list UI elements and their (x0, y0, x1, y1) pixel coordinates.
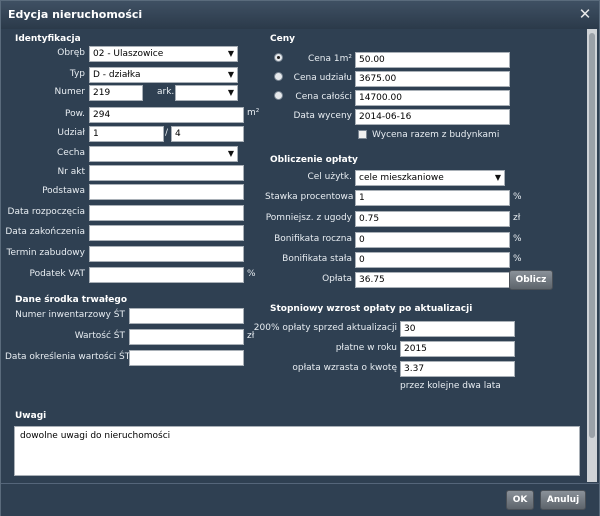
stawka-procentowa-unit: % (513, 192, 522, 202)
obreb-select[interactable]: 02 - Ulaszowice ▼ (89, 46, 238, 62)
pow-label: Pow. (64, 109, 85, 119)
udzial-denominator-input[interactable]: 4 (171, 126, 244, 142)
bonifikata-stala-unit: % (513, 254, 522, 264)
data-wyceny-label: Data wyceny (293, 111, 352, 121)
pomniejszenie-unit: zł (513, 213, 521, 223)
oplata-wzrasta-label: opłata wzrasta o kwotę (292, 363, 397, 373)
oplata-input[interactable]: 36.75 (355, 272, 510, 288)
nr-akt-input[interactable] (89, 165, 244, 181)
udzial-label: Udział (57, 128, 85, 138)
cel-uzytkowania-label: Cel użytk. (307, 172, 352, 182)
dialog-title: Edycja nieruchomości (8, 8, 143, 21)
procent-oplaty-input[interactable]: 30 (400, 321, 515, 337)
stawka-procentowa-label: Stawka procentowa (265, 192, 354, 202)
section-obliczenie-oplaty: Obliczenie opłaty (270, 155, 358, 165)
bonifikata-roczna-label: Bonifikata roczna (274, 234, 352, 244)
podatek-vat-input[interactable] (89, 267, 244, 283)
podatek-vat-label: Podatek VAT (29, 269, 85, 279)
platne-w-roku-label: płatne w roku (335, 343, 397, 353)
podstawa-label: Podstawa (42, 186, 85, 196)
cel-uzytkowania-value: cele mieszkaniowe (359, 173, 444, 183)
section-uwagi: Uwagi (15, 411, 47, 421)
cena-calosci-input[interactable]: 14700.00 (355, 90, 510, 106)
numer-input[interactable]: 219 (89, 85, 143, 101)
wycena-razem-checkbox[interactable] (358, 130, 367, 139)
oblicz-button[interactable]: Oblicz (509, 270, 553, 290)
termin-zabudowy-label: Termin zabudowy (6, 248, 85, 258)
data-rozpoczecia-input[interactable] (89, 205, 244, 221)
section-ceny: Ceny (270, 34, 295, 44)
termin-zabudowy-input[interactable] (89, 246, 244, 262)
cena-calosci-label: Cena całości (295, 92, 352, 102)
data-wyceny-input[interactable]: 2014-06-16 (355, 109, 510, 125)
data-okreslenia-label: Data określenia wartości ŚT (5, 352, 131, 362)
pow-unit: m² (247, 108, 260, 118)
data-rozpoczecia-label: Data rozpoczęcia (7, 207, 85, 217)
cena-udzialu-radio[interactable] (274, 72, 283, 81)
bonifikata-stala-label: Bonifikata stała (282, 254, 352, 264)
cecha-label: Cecha (57, 148, 85, 158)
bonifikata-roczna-unit: % (513, 234, 522, 244)
typ-select[interactable]: D - działka ▼ (89, 67, 238, 83)
procent-oplaty-label: 200% opłaty sprzed aktualizacji (253, 323, 397, 333)
numer-inwentarzowy-label: Numer inwentarzowy ŚT (15, 310, 125, 320)
dialog-footer: OK Anuluj (1, 483, 599, 516)
udzial-numerator-input[interactable]: 1 (89, 126, 164, 142)
close-icon[interactable]: ✕ (577, 6, 593, 22)
oplata-wzrasta-input[interactable]: 3.37 (400, 361, 515, 377)
ark-label: ark. (157, 87, 175, 97)
section-identyfikacja: Identyfikacja (15, 34, 81, 44)
cecha-select[interactable]: ▼ (89, 146, 238, 162)
content-scrollbar[interactable] (587, 29, 597, 482)
section-srodek-trwaly: Dane środka trwałego (15, 295, 127, 305)
cancel-button[interactable]: Anuluj (540, 490, 586, 510)
kolejne-lata-note: przez kolejne dwa lata (400, 381, 501, 391)
typ-label: Typ (69, 69, 85, 79)
pow-input[interactable]: 294 (89, 107, 244, 123)
section-stopniowy-wzrost: Stopniowy wzrost opłaty po aktualizacji (270, 304, 473, 314)
property-edit-dialog: Edycja nieruchomości ✕ Identyfikacja Obr… (0, 0, 600, 516)
obreb-label: Obręb (57, 48, 85, 58)
bonifikata-stala-input[interactable]: 0 (355, 252, 510, 268)
wartosc-st-label: Wartość ŚT (74, 331, 125, 341)
wycena-razem-label: Wycena razem z budynkami (372, 130, 500, 140)
platne-w-roku-input[interactable]: 2015 (400, 341, 515, 357)
oplata-label: Opłata (322, 274, 352, 284)
ark-select[interactable]: ▼ (175, 85, 238, 101)
cena-udzialu-input[interactable]: 3675.00 (355, 71, 510, 87)
cena-m2-label: Cena 1m² (307, 54, 352, 64)
cel-uzytkowania-select[interactable]: cele mieszkaniowe ▼ (355, 170, 505, 186)
chevron-down-icon: ▼ (227, 88, 234, 97)
nr-akt-label: Nr akt (57, 167, 85, 177)
chevron-down-icon: ▼ (227, 149, 234, 158)
cena-calosci-radio[interactable] (274, 91, 283, 100)
cena-m2-input[interactable]: 50.00 (355, 52, 510, 68)
chevron-down-icon: ▼ (494, 173, 501, 182)
numer-label: Numer (54, 87, 85, 97)
bonifikata-roczna-input[interactable]: 0 (355, 232, 510, 248)
cena-m2-radio[interactable] (274, 53, 283, 62)
data-zakonczenia-input[interactable] (89, 225, 244, 241)
dialog-titlebar[interactable]: Edycja nieruchomości ✕ (1, 1, 599, 29)
pomniejszenie-input[interactable]: 0.75 (355, 211, 510, 227)
podstawa-input[interactable] (89, 184, 244, 200)
chevron-down-icon: ▼ (227, 70, 234, 79)
numer-inwentarzowy-input[interactable] (129, 308, 244, 324)
podatek-vat-unit: % (247, 269, 256, 279)
dialog-content: Identyfikacja Obręb 02 - Ulaszowice ▼ Typ… (5, 29, 595, 482)
pomniejszenie-label: Pomniejsz. z ugody (265, 213, 352, 223)
data-zakonczenia-label: Data zakończenia (5, 227, 85, 237)
data-okreslenia-input[interactable] (129, 350, 244, 366)
ok-button[interactable]: OK (506, 490, 534, 510)
obreb-value: 02 - Ulaszowice (93, 49, 164, 59)
cena-udzialu-label: Cena udziału (293, 73, 352, 83)
chevron-down-icon: ▼ (227, 49, 234, 58)
wartosc-st-input[interactable] (129, 329, 244, 345)
stawka-procentowa-input[interactable]: 1 (355, 190, 510, 206)
udzial-separator: / (165, 128, 169, 138)
uwagi-textarea[interactable]: dowolne uwagi do nieruchomości (14, 426, 580, 476)
scrollbar-thumb[interactable] (589, 33, 595, 438)
typ-value: D - działka (93, 70, 141, 80)
